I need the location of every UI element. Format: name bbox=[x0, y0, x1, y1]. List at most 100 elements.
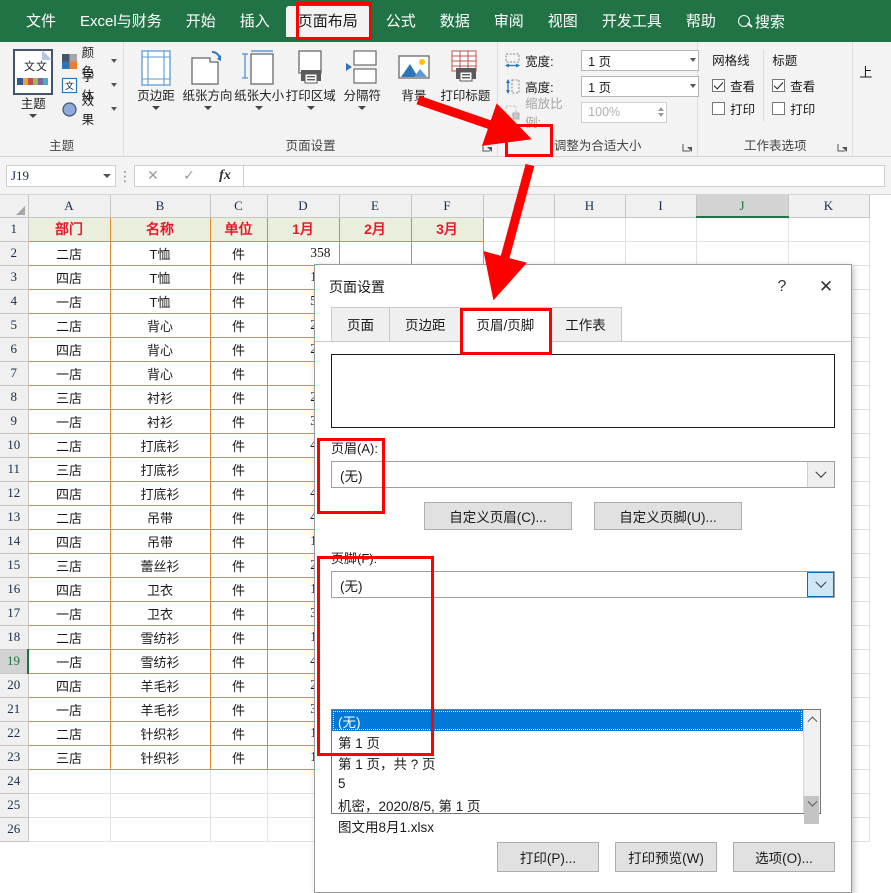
cell-C13[interactable]: 件 bbox=[210, 505, 268, 530]
cell-C7[interactable]: 件 bbox=[210, 361, 268, 386]
cell-B22[interactable]: 针织衫 bbox=[110, 721, 211, 746]
print-titles-button[interactable]: 打印标题 bbox=[440, 46, 492, 103]
ribbon-tab-review[interactable]: 审阅 bbox=[482, 8, 536, 35]
row-header-19[interactable]: 19 bbox=[0, 649, 29, 674]
cell-K1[interactable] bbox=[788, 217, 870, 242]
options-button[interactable]: 选项(O)... bbox=[733, 842, 835, 872]
cancel-formula-icon[interactable]: ✕ bbox=[135, 167, 171, 184]
cell-B23[interactable]: 针织衫 bbox=[110, 745, 211, 770]
footer-dropdown-scrollbar[interactable] bbox=[803, 710, 820, 824]
dialog-tab-page[interactable]: 页面 bbox=[331, 307, 390, 341]
cell-A19[interactable]: 一店 bbox=[27, 649, 111, 674]
cell-A2[interactable]: 二店 bbox=[27, 241, 111, 266]
cell-C26[interactable] bbox=[210, 817, 268, 842]
row-header-10[interactable]: 10 bbox=[0, 433, 29, 458]
cell-C10[interactable]: 件 bbox=[210, 433, 268, 458]
margins-button[interactable]: 页边距 bbox=[130, 46, 182, 110]
cell-A26[interactable] bbox=[28, 817, 111, 842]
help-icon[interactable]: ? bbox=[761, 267, 803, 307]
gridlines-print-row[interactable]: 打印 bbox=[712, 97, 755, 120]
print-area-button[interactable]: 打印区域 bbox=[285, 46, 337, 110]
cell-B5[interactable]: 背心 bbox=[110, 313, 211, 338]
scale-to-fit-dialog-launcher[interactable] bbox=[682, 143, 693, 154]
column-header-J[interactable]: J bbox=[696, 195, 789, 218]
column-header-F[interactable]: F bbox=[411, 195, 484, 218]
ribbon-tab-help[interactable]: 帮助 bbox=[674, 8, 728, 35]
spinner-icon[interactable] bbox=[658, 107, 665, 117]
row-header-15[interactable]: 15 bbox=[0, 553, 29, 578]
column-header-I[interactable]: I bbox=[625, 195, 697, 218]
cell-B19[interactable]: 雪纺衫 bbox=[110, 649, 211, 674]
row-header-6[interactable]: 6 bbox=[0, 337, 29, 362]
cell-B7[interactable]: 背心 bbox=[110, 361, 211, 386]
cell-A5[interactable]: 二店 bbox=[27, 313, 111, 338]
cell-C11[interactable]: 件 bbox=[210, 457, 268, 482]
cell-C5[interactable]: 件 bbox=[210, 313, 268, 338]
cell-A6[interactable]: 四店 bbox=[27, 337, 111, 362]
cell-B3[interactable]: T恤 bbox=[110, 265, 211, 290]
cell-C4[interactable]: 件 bbox=[210, 289, 268, 314]
cell-A21[interactable]: 一店 bbox=[27, 697, 111, 722]
headings-view-row[interactable]: 查看 bbox=[772, 74, 815, 97]
cell-B9[interactable]: 衬衫 bbox=[110, 409, 211, 434]
chevron-down-icon[interactable] bbox=[103, 173, 111, 178]
custom-header-button[interactable]: 自定义页眉(C)... bbox=[424, 502, 572, 530]
scale-input[interactable]: 100% bbox=[581, 101, 668, 123]
cell-C25[interactable] bbox=[210, 793, 268, 818]
cell-C17[interactable]: 件 bbox=[210, 601, 268, 626]
cell-A12[interactable]: 四店 bbox=[27, 481, 111, 506]
cell-B18[interactable]: 雪纺衫 bbox=[110, 625, 211, 650]
page-setup-dialog[interactable]: 页面设置 ? ✕ 页面 页边距 页眉/页脚 工作表 页眉(A): (无) 自定义… bbox=[314, 264, 852, 893]
cell-C24[interactable] bbox=[210, 769, 268, 794]
cell-A16[interactable]: 四店 bbox=[27, 577, 111, 602]
cell-B11[interactable]: 打底衫 bbox=[110, 457, 211, 482]
cell-G2[interactable] bbox=[483, 241, 555, 266]
cell-C14[interactable]: 件 bbox=[210, 529, 268, 554]
header-combo[interactable]: (无) bbox=[331, 461, 835, 488]
cell-C22[interactable]: 件 bbox=[210, 721, 268, 746]
row-header-23[interactable]: 23 bbox=[0, 745, 29, 770]
cell-C2[interactable]: 件 bbox=[210, 241, 268, 266]
row-header-5[interactable]: 5 bbox=[0, 313, 29, 338]
cell-B6[interactable]: 背心 bbox=[110, 337, 211, 362]
expand-handle[interactable]: ⋮ bbox=[116, 169, 134, 183]
cell-A4[interactable]: 一店 bbox=[27, 289, 111, 314]
cell-I1[interactable] bbox=[625, 217, 697, 242]
cell-G1[interactable] bbox=[483, 217, 555, 242]
footer-dropdown-list[interactable]: (无) 第 1 页第 1 页，共 ? 页 5 机密，2020/8/5, 第 1 页图文… bbox=[331, 709, 821, 835]
row-header-17[interactable]: 17 bbox=[0, 601, 29, 626]
cell-A13[interactable]: 二店 bbox=[27, 505, 111, 530]
gridlines-print-checkbox[interactable] bbox=[712, 102, 726, 115]
footer-option-3[interactable]: 5 bbox=[332, 773, 803, 794]
cell-A23[interactable]: 三店 bbox=[27, 745, 111, 770]
column-header-A[interactable]: A bbox=[28, 195, 111, 218]
orientation-button[interactable]: 纸张方向 bbox=[182, 46, 234, 110]
cell-A8[interactable]: 三店 bbox=[27, 385, 111, 410]
cell-C20[interactable]: 件 bbox=[210, 673, 268, 698]
cell-H1[interactable] bbox=[554, 217, 626, 242]
row-header-26[interactable]: 26 bbox=[0, 817, 29, 842]
close-icon[interactable]: ✕ bbox=[803, 267, 849, 307]
row-header-9[interactable]: 9 bbox=[0, 409, 29, 434]
column-header-C[interactable]: C bbox=[210, 195, 268, 218]
cell-A24[interactable] bbox=[28, 769, 111, 794]
background-button[interactable]: 背景 bbox=[388, 46, 440, 103]
cell-B20[interactable]: 羊毛衫 bbox=[110, 673, 211, 698]
cell-A1[interactable]: 部门 bbox=[27, 216, 111, 242]
cell-A25[interactable] bbox=[28, 793, 111, 818]
cell-B12[interactable]: 打底衫 bbox=[110, 481, 211, 506]
row-header-13[interactable]: 13 bbox=[0, 505, 29, 530]
sheet-options-dialog-launcher[interactable] bbox=[837, 143, 848, 154]
row-header-11[interactable]: 11 bbox=[0, 457, 29, 482]
row-header-8[interactable]: 8 bbox=[0, 385, 29, 410]
ribbon-tab-insert[interactable]: 插入 bbox=[228, 8, 282, 35]
cell-H2[interactable] bbox=[554, 241, 626, 266]
page-setup-dialog-launcher[interactable] bbox=[482, 143, 493, 154]
cell-C23[interactable]: 件 bbox=[210, 745, 268, 770]
cell-A7[interactable]: 一店 bbox=[27, 361, 111, 386]
row-header-4[interactable]: 4 bbox=[0, 289, 29, 314]
gridlines-view-row[interactable]: 查看 bbox=[712, 74, 755, 97]
footer-combo[interactable]: (无) bbox=[331, 571, 835, 598]
cell-B16[interactable]: 卫衣 bbox=[110, 577, 211, 602]
confirm-formula-icon[interactable]: ✓ bbox=[171, 167, 207, 184]
